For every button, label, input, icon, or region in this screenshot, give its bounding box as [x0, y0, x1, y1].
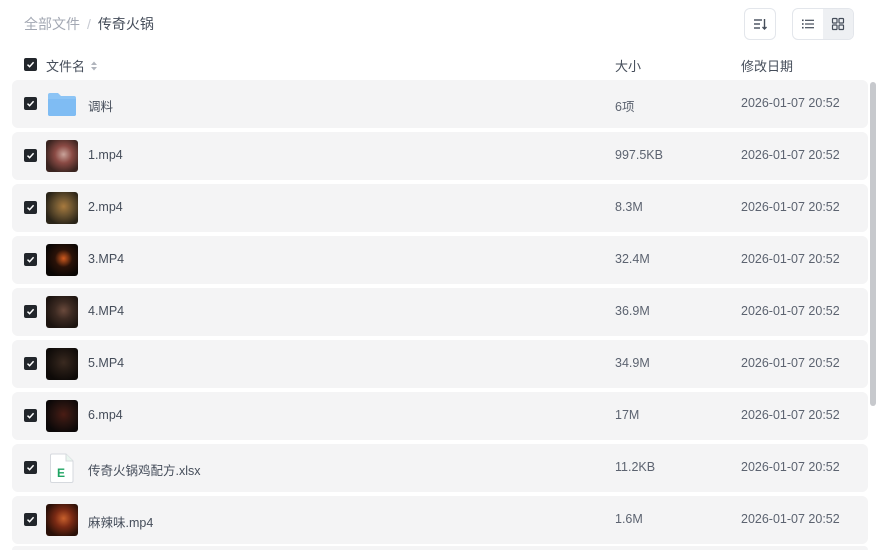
row-checkbox[interactable] — [24, 513, 37, 526]
file-date: 2026-01-07 20:52 — [741, 252, 840, 266]
column-header-name-label: 文件名 — [46, 59, 86, 74]
table-row[interactable]: 2.mp4 8.3M 2026-01-07 20:52 — [12, 184, 868, 232]
check-icon — [26, 100, 35, 107]
grid-view-button[interactable] — [823, 9, 853, 39]
check-icon — [26, 464, 35, 471]
table-row[interactable]: 1.mp4 997.5KB 2026-01-07 20:52 — [12, 132, 868, 180]
file-name[interactable]: 调料 — [88, 96, 113, 115]
table-row[interactable]: 调料 6项 2026-01-07 20:52 — [12, 80, 868, 128]
check-icon — [26, 61, 35, 68]
file-name[interactable]: 2.mp4 — [88, 200, 123, 214]
video-thumbnail — [46, 400, 78, 432]
list-view-button[interactable] — [793, 9, 823, 39]
file-name[interactable]: 4.MP4 — [88, 304, 124, 318]
table-row[interactable]: 6.mp4 17M 2026-01-07 20:52 — [12, 392, 868, 440]
table-row[interactable] — [12, 546, 868, 550]
file-name[interactable]: 麻辣味.mp4 — [88, 512, 153, 531]
file-size: 1.6M — [615, 512, 643, 526]
video-thumbnail — [46, 244, 78, 276]
file-date: 2026-01-07 20:52 — [741, 408, 840, 422]
file-date: 2026-01-07 20:52 — [741, 356, 840, 370]
table-row[interactable]: 4.MP4 36.9M 2026-01-07 20:52 — [12, 288, 868, 336]
select-all-checkbox[interactable] — [24, 58, 37, 71]
check-icon — [26, 308, 35, 315]
view-toggle — [792, 8, 854, 40]
file-size: 34.9M — [615, 356, 650, 370]
file-name[interactable]: 1.mp4 — [88, 148, 123, 162]
breadcrumb-current: 传奇火锅 — [97, 16, 154, 32]
file-date: 2026-01-07 20:52 — [741, 96, 840, 110]
sort-icon — [754, 19, 767, 30]
file-date: 2026-01-07 20:52 — [741, 200, 840, 214]
check-icon — [26, 360, 35, 367]
breadcrumb: 全部文件 / 传奇火锅 — [24, 14, 154, 34]
row-checkbox[interactable] — [24, 357, 37, 370]
file-size: 11.2KB — [615, 460, 656, 474]
table-row[interactable]: 3.MP4 32.4M 2026-01-07 20:52 — [12, 236, 868, 284]
video-thumbnail — [46, 504, 78, 536]
check-icon — [26, 152, 35, 159]
breadcrumb-separator: / — [87, 16, 91, 32]
row-checkbox[interactable] — [24, 97, 37, 110]
file-size: 6项 — [615, 100, 635, 114]
row-checkbox[interactable] — [24, 409, 37, 422]
folder-icon — [46, 88, 78, 120]
file-name[interactable]: 5.MP4 — [88, 356, 124, 370]
file-name[interactable]: 传奇火锅鸡配方.xlsx — [88, 460, 201, 479]
file-name[interactable]: 3.MP4 — [88, 252, 124, 266]
table-row[interactable]: 5.MP4 34.9M 2026-01-07 20:52 — [12, 340, 868, 388]
column-header-size[interactable]: 大小 — [615, 56, 641, 75]
scrollbar[interactable] — [870, 82, 876, 406]
column-header-date[interactable]: 修改日期 — [741, 56, 793, 75]
sort-button[interactable] — [744, 8, 776, 40]
list-view-icon — [802, 19, 814, 29]
row-checkbox[interactable] — [24, 461, 37, 474]
row-checkbox[interactable] — [24, 149, 37, 162]
file-name[interactable]: 6.mp4 — [88, 408, 123, 422]
file-size: 36.9M — [615, 304, 650, 318]
file-date: 2026-01-07 20:52 — [741, 512, 840, 526]
video-thumbnail — [46, 192, 78, 224]
video-thumbnail — [46, 296, 78, 328]
file-size: 32.4M — [615, 252, 650, 266]
column-header-name[interactable]: 文件名 — [46, 56, 99, 75]
file-size: 17M — [615, 408, 640, 422]
grid-view-icon — [831, 17, 845, 31]
check-icon — [26, 412, 35, 419]
check-icon — [26, 204, 35, 211]
video-thumbnail — [46, 140, 78, 172]
file-size: 8.3M — [615, 200, 643, 214]
file-size: 997.5KB — [615, 148, 663, 162]
file-date: 2026-01-07 20:52 — [741, 460, 840, 474]
table-header: 文件名 大小 修改日期 — [12, 50, 868, 78]
excel-file-icon: E — [46, 452, 78, 484]
sort-arrows-icon — [91, 61, 98, 70]
table-row[interactable]: E 传奇火锅鸡配方.xlsx 11.2KB 2026-01-07 20:52 — [12, 444, 868, 492]
breadcrumb-root[interactable]: 全部文件 — [24, 14, 80, 34]
row-checkbox[interactable] — [24, 201, 37, 214]
file-date: 2026-01-07 20:52 — [741, 304, 840, 318]
check-icon — [26, 256, 35, 263]
video-thumbnail — [46, 348, 78, 380]
check-icon — [26, 516, 35, 523]
file-date: 2026-01-07 20:52 — [741, 148, 840, 162]
row-checkbox[interactable] — [24, 305, 37, 318]
svg-text:E: E — [57, 466, 65, 480]
row-checkbox[interactable] — [24, 253, 37, 266]
table-row[interactable]: 麻辣味.mp4 1.6M 2026-01-07 20:52 — [12, 496, 868, 544]
